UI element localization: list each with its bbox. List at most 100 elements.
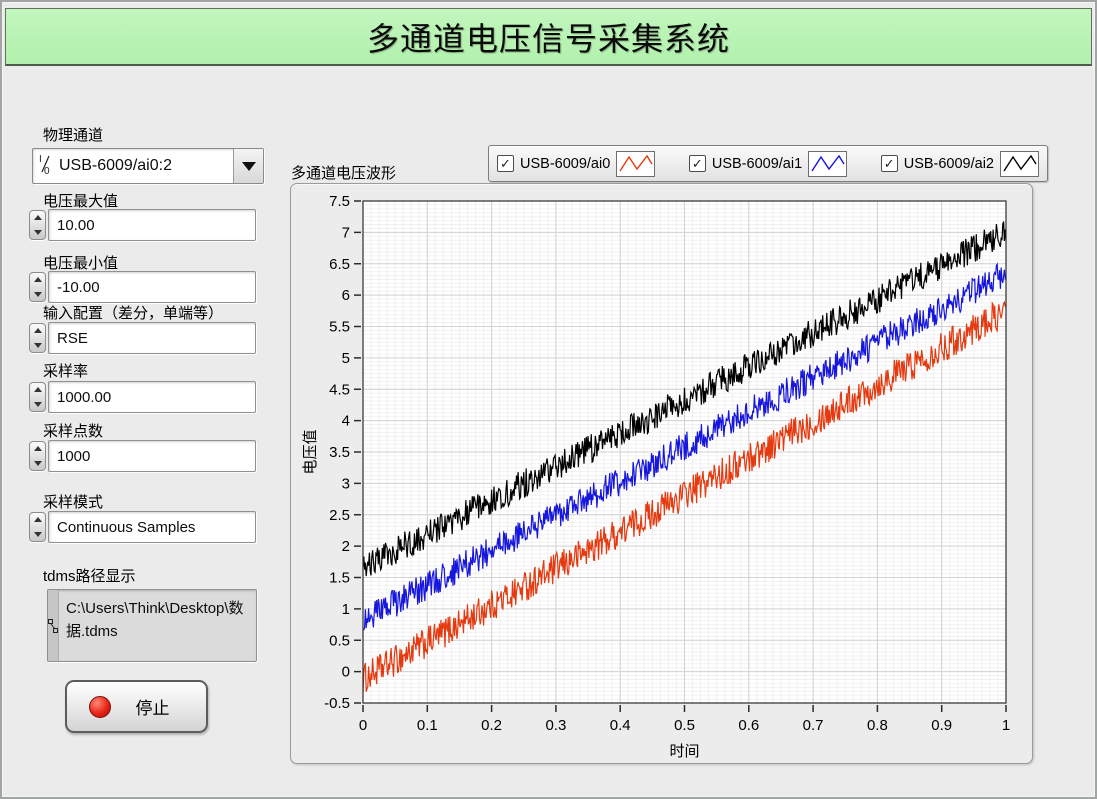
legend-label-2: USB-6009/ai2 <box>903 155 994 172</box>
sample-points-control: 1000 <box>29 440 256 472</box>
x-tick-label: 0.4 <box>610 717 631 734</box>
x-axis-title: 时间 <box>669 743 699 760</box>
sample-mode-field[interactable]: Continuous Samples <box>48 511 256 543</box>
y-tick-label: 0 <box>342 664 350 681</box>
increment-icon <box>33 277 42 282</box>
input-config-control: RSE <box>29 322 256 354</box>
increment-icon <box>33 446 42 451</box>
stop-button-label: 停止 <box>135 699 170 718</box>
y-tick-label: 4 <box>342 413 350 430</box>
y-tick-label: 6.5 <box>329 256 350 273</box>
input-config-field[interactable]: RSE <box>48 322 256 354</box>
x-tick-label: 0.5 <box>674 717 695 734</box>
legend-checkbox-0[interactable]: ✓ <box>497 155 514 172</box>
voltage-max-label: 电压最大值 <box>43 193 119 210</box>
app-window: 多通道电压信号采集系统 物理通道 I0 USB-6009/ai0:2 电压最大值… <box>0 0 1097 799</box>
legend-item-0[interactable]: ✓ USB-6009/ai0 <box>497 150 656 177</box>
y-tick-label: 2 <box>342 538 350 555</box>
sample-rate-control: 1000.00 <box>29 381 256 413</box>
y-tick-label: 4.5 <box>329 381 350 398</box>
x-tick-label: 0.7 <box>803 717 824 734</box>
decrement-icon <box>33 402 42 407</box>
x-tick-label: 0.9 <box>931 717 952 734</box>
sample-mode-label: 采样模式 <box>43 494 104 511</box>
voltage-max-stepper[interactable] <box>29 210 46 240</box>
decrement-icon <box>33 230 42 235</box>
legend-checkbox-1[interactable]: ✓ <box>688 155 706 172</box>
decrement-icon <box>33 461 42 466</box>
sample-points-label: 采样点数 <box>43 423 104 440</box>
y-tick-label: -0.5 <box>324 695 350 712</box>
x-tick-label: 1 <box>1002 717 1010 734</box>
legend-line-sample-2[interactable] <box>1000 150 1039 177</box>
x-tick-label: 0.1 <box>417 717 438 734</box>
increment-icon <box>33 517 42 522</box>
legend-item-1[interactable]: ✓ USB-6009/ai1 <box>688 150 848 177</box>
y-tick-label: 2.5 <box>329 507 350 524</box>
legend-label-0: USB-6009/ai0 <box>520 155 611 172</box>
decrement-icon <box>33 292 42 297</box>
increment-icon <box>33 328 42 333</box>
sample-rate-stepper[interactable] <box>29 382 46 412</box>
io-type-icon: I0 <box>38 153 53 180</box>
y-tick-label: 6 <box>342 287 350 304</box>
x-tick-label: 0.6 <box>738 717 759 734</box>
tdms-path-label: tdms路径显示 <box>43 568 136 585</box>
sample-rate-label: 采样率 <box>43 363 89 380</box>
y-tick-label: 0.5 <box>329 632 350 649</box>
y-tick-label: 5.5 <box>329 319 350 336</box>
increment-icon <box>33 387 42 392</box>
legend-line-sample-0[interactable] <box>616 150 656 177</box>
svg-text:0: 0 <box>44 166 50 175</box>
y-tick-label: 3.5 <box>329 444 350 461</box>
y-tick-label: 1.5 <box>329 570 350 587</box>
y-tick-label: 3 <box>342 475 350 492</box>
plot-legend: ✓ USB-6009/ai0 ✓ USB-6009/ai1 ✓ USB-6009/ai2 <box>488 145 1048 182</box>
legend-label-1: USB-6009/ai1 <box>711 155 803 172</box>
input-config-label: 输入配置（差分，单端等） <box>43 305 224 322</box>
physical-channel-value: USB-6009/ai0:2 <box>59 157 172 174</box>
tdms-path-value: C:\Users\Think\Desktop\数据.tdms <box>66 600 244 640</box>
waveform-chart: -0.5 0 0.5 1 1.5 2 2.5 3 3.5 4 4.5 5 5.5 6 6.5 7 7.5 0 0.1… <box>290 183 1033 764</box>
stop-led-icon <box>89 695 111 718</box>
sample-mode-control: Continuous Samples <box>29 511 256 543</box>
legend-line-sample-1[interactable] <box>808 150 848 177</box>
x-tick-label: 0.8 <box>867 717 888 734</box>
sample-mode-stepper[interactable] <box>29 512 46 542</box>
waveform-plot-svg: -0.5 0 0.5 1 1.5 2 2.5 3 3.5 4 4.5 5 5.5 6 6.5 7 7.5 0 0.1… <box>302 193 1010 760</box>
sample-points-stepper[interactable] <box>29 441 46 471</box>
tdms-path-display: C:\Users\Think\Desktop\数据.tdms <box>47 589 257 662</box>
y-tick-label: 5 <box>342 350 350 367</box>
physical-channel-label: 物理通道 <box>43 127 104 144</box>
path-icon <box>48 590 59 661</box>
title-bar: 多通道电压信号采集系统 <box>5 8 1092 66</box>
voltage-max-control: 10.00 <box>29 209 256 241</box>
page-title: 多通道电压信号采集系统 <box>366 20 730 57</box>
y-axis-title: 电压值 <box>302 429 319 474</box>
chevron-down-icon <box>241 161 256 171</box>
voltage-min-control: -10.00 <box>29 271 256 303</box>
decrement-icon <box>33 343 42 348</box>
y-tick-label: 1 <box>342 601 350 618</box>
sample-rate-field[interactable]: 1000.00 <box>48 381 256 413</box>
voltage-min-field[interactable]: -10.00 <box>48 271 256 303</box>
voltage-max-field[interactable]: 10.00 <box>48 209 256 241</box>
x-tick-label: 0.2 <box>481 717 502 734</box>
chart-title: 多通道电压波形 <box>291 165 397 182</box>
x-tick-label: 0.3 <box>545 717 566 734</box>
sample-points-field[interactable]: 1000 <box>48 440 256 472</box>
x-tick-label: 0 <box>359 717 367 734</box>
legend-item-2[interactable]: ✓ USB-6009/ai2 <box>880 150 1039 177</box>
voltage-min-stepper[interactable] <box>29 272 46 302</box>
increment-icon <box>33 215 42 220</box>
y-tick-label: 7 <box>342 224 350 241</box>
legend-checkbox-2[interactable]: ✓ <box>880 155 898 172</box>
svg-text:I: I <box>39 154 42 165</box>
physical-channel-dropdown[interactable]: I0 USB-6009/ai0:2 <box>32 148 264 184</box>
decrement-icon <box>33 532 42 537</box>
input-config-stepper[interactable] <box>29 323 46 353</box>
y-tick-label: 7.5 <box>329 193 350 210</box>
dropdown-arrow-button[interactable] <box>233 149 263 183</box>
voltage-min-label: 电压最小值 <box>43 255 119 272</box>
stop-button[interactable]: 停止 <box>65 680 208 733</box>
